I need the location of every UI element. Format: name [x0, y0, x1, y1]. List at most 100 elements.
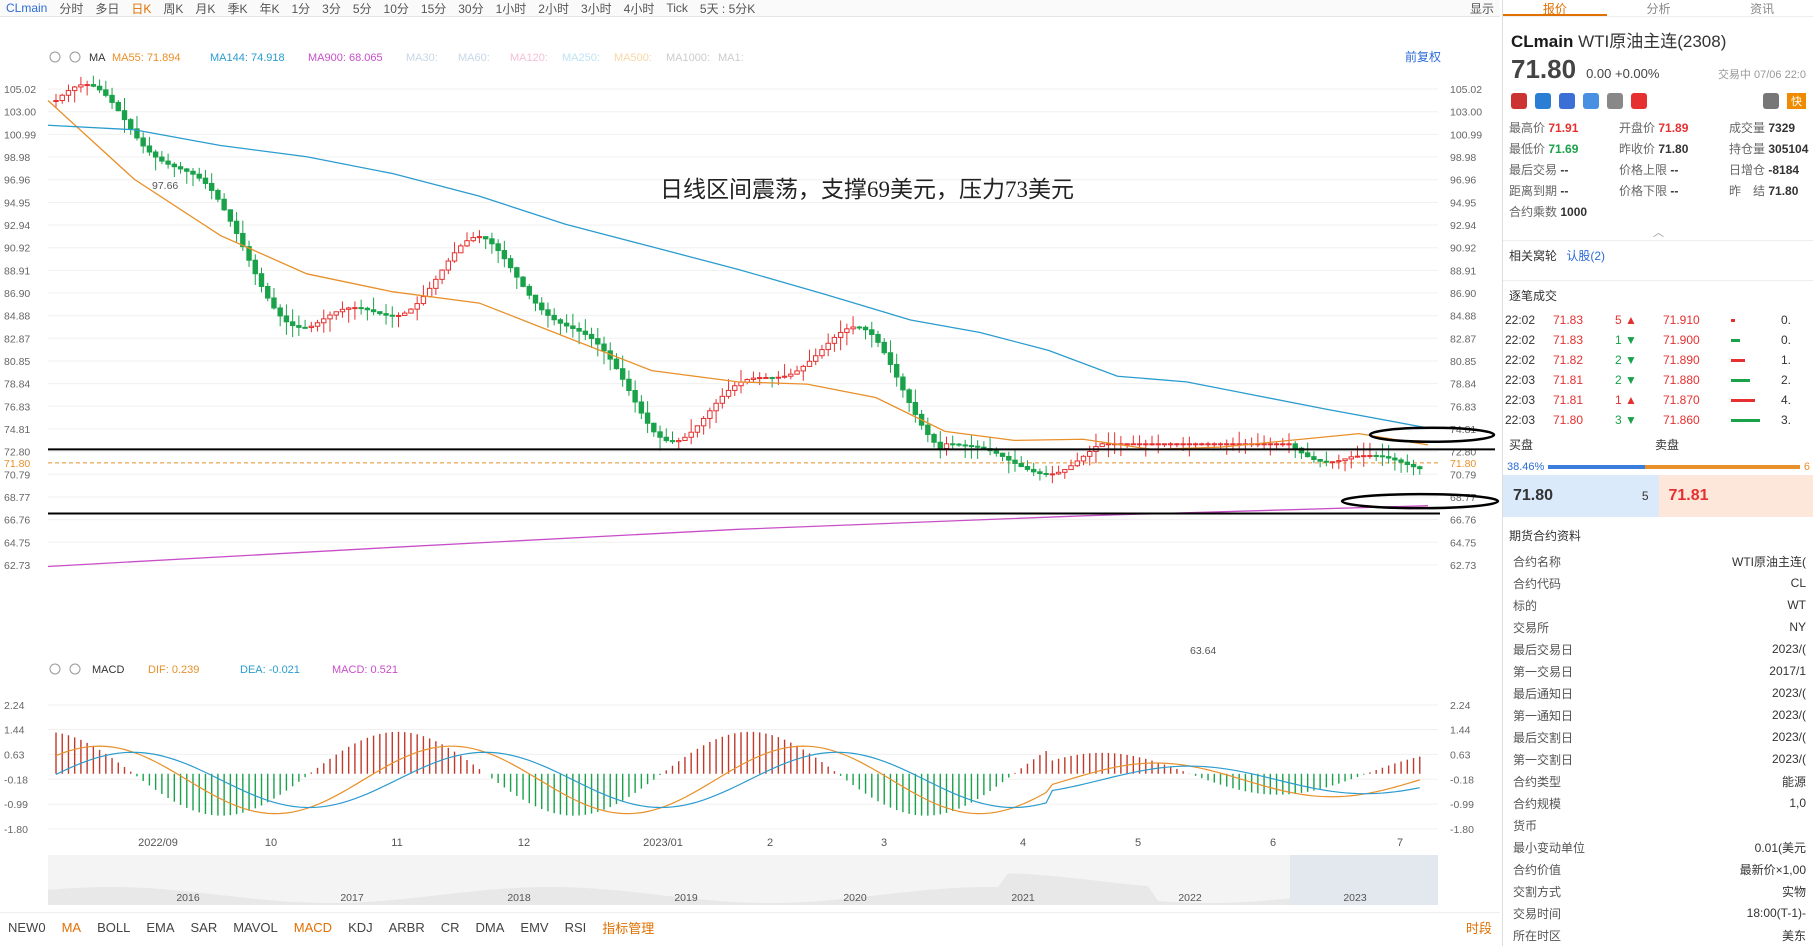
chart-icon[interactable]	[1535, 93, 1551, 109]
candle-body	[725, 389, 732, 397]
trading-status: 交易中 07/06 22:0	[1717, 69, 1806, 81]
display-menu[interactable]: 显示	[1464, 0, 1500, 17]
overview-bar[interactable]	[48, 855, 1438, 905]
info-row: 所在时区 美东	[1503, 924, 1813, 946]
macd-tick-left: -1.80	[4, 824, 28, 836]
indicator-tab[interactable]: SAR	[182, 920, 225, 935]
candle-body	[1055, 471, 1062, 475]
indicator-tab[interactable]: BOLL	[89, 920, 138, 935]
info-value: WTI原油主连(	[1732, 554, 1806, 569]
indicator-tab[interactable]: EMA	[138, 920, 182, 935]
trade-px: 71.880	[1663, 373, 1700, 387]
indicator-tab[interactable]: NEW0	[0, 920, 54, 935]
macd-label: MACD	[92, 664, 124, 676]
ask-cell[interactable]: 71.81	[1658, 475, 1813, 517]
period-tab-active[interactable]: 日K	[125, 0, 157, 17]
period-tab[interactable]: 10分	[378, 0, 415, 17]
indicator-tab-macd[interactable]: MACD	[286, 920, 340, 935]
close-icon[interactable]	[69, 51, 81, 63]
tag-icon[interactable]	[1583, 93, 1599, 109]
info-value: 能源	[1781, 774, 1806, 789]
period-tab[interactable]: 3小时	[575, 0, 618, 17]
period-tab[interactable]: 分时	[53, 0, 89, 17]
trade-icon[interactable]	[1559, 93, 1575, 109]
candle-body	[781, 375, 788, 378]
period-tab[interactable]: 月K	[189, 0, 221, 17]
indicator-tab[interactable]: KDJ	[340, 920, 381, 935]
heart-icon[interactable]	[1631, 93, 1647, 109]
macd-legend: MACD DIF: 0.239 DEA: -0.021 MACD: 0.521	[49, 663, 398, 676]
period-tab[interactable]: 3分	[316, 0, 347, 17]
gear-icon[interactable]	[49, 51, 61, 63]
price-tick-right: 76.83	[1450, 401, 1476, 413]
period-tab[interactable]: 周K	[157, 0, 189, 17]
indicator-tab[interactable]: MAVOL	[225, 920, 286, 935]
period-tab[interactable]: 30分	[452, 0, 489, 17]
tab-analysis[interactable]: 分析	[1607, 0, 1711, 16]
period-tab[interactable]: 5天 : 5分K	[694, 0, 761, 17]
period-tab[interactable]: 4小时	[618, 0, 661, 17]
info-row: 合约价值 最新价×1,00	[1503, 858, 1813, 880]
gear-icon[interactable]	[49, 663, 61, 675]
info-row: 合约代码 CL	[1503, 572, 1813, 594]
period-tab[interactable]: 年K	[253, 0, 285, 17]
stat-value: --	[1560, 184, 1569, 198]
candle-body	[632, 390, 638, 403]
candle-body	[1348, 456, 1354, 460]
indicator-tab[interactable]: ARBR	[381, 920, 433, 935]
indicator-tab[interactable]: CR	[433, 920, 468, 935]
price-tick-left: 64.75	[4, 537, 30, 549]
tab-quote[interactable]: 报价	[1503, 0, 1607, 16]
stat-item: 昨 结 71.80	[1729, 182, 1813, 199]
trade-t: 22:02	[1505, 353, 1536, 367]
info-label: 标的	[1513, 598, 1538, 613]
close-icon[interactable]	[69, 663, 81, 675]
note-icon[interactable]	[1607, 93, 1623, 109]
tab-news[interactable]: 资讯	[1710, 0, 1813, 16]
session-button[interactable]: 时段	[1458, 918, 1500, 937]
trade-t: 22:03	[1505, 413, 1536, 427]
period-tab[interactable]: 2小时	[532, 0, 575, 17]
stat-item: 价格上限 --	[1619, 161, 1729, 178]
ma-line-ma900	[47, 505, 1429, 568]
price-chart-svg[interactable]: MA MA55: 71.894 MA144: 74.918 MA900: 68.06…	[0, 17, 1500, 912]
bell-icon[interactable]	[1763, 93, 1779, 109]
related-link[interactable]: 认股(2)	[1566, 249, 1605, 263]
trade-px: 71.890	[1663, 353, 1700, 367]
trade-volume-bar	[1731, 318, 1735, 322]
candle-body	[458, 245, 464, 254]
indicator-tab[interactable]: DMA	[468, 920, 513, 935]
candle-body	[595, 338, 601, 345]
candle-body	[265, 285, 271, 299]
candle-body	[962, 444, 968, 447]
indicator-tab-ma[interactable]: MA	[54, 920, 90, 935]
indicator-tab[interactable]: EMV	[512, 920, 556, 935]
trade-row: 22:02 71.83 1 ▼ 71.900 0.	[1503, 330, 1813, 350]
period-tab[interactable]: 5分	[347, 0, 378, 17]
period-tab[interactable]: 1小时	[490, 0, 533, 17]
indicator-manage[interactable]: 指标管理	[594, 918, 662, 937]
period-tab[interactable]: Tick	[660, 1, 694, 15]
ma-legend: MA MA55: 71.894 MA144: 74.918 MA900: 68.06…	[49, 49, 1441, 64]
us-flag-icon[interactable]	[1511, 93, 1527, 109]
trade-p: 71.80	[1553, 413, 1584, 427]
info-value: 2023/(	[1771, 708, 1806, 722]
bid-cell[interactable]: 71.80 5	[1503, 475, 1659, 517]
trade-t: 22:02	[1505, 333, 1536, 347]
candle-body	[707, 410, 713, 419]
chart-area[interactable]: MA MA55: 71.894 MA144: 74.918 MA900: 68.06…	[0, 17, 1500, 917]
order-book: 71.80 5 71.81	[1503, 475, 1813, 517]
candle-body	[233, 220, 240, 234]
period-tab[interactable]: 15分	[415, 0, 452, 17]
period-tab[interactable]: 1分	[285, 0, 316, 17]
adjust-toggle[interactable]: 前复权	[1405, 49, 1441, 64]
collapse-icon[interactable]: ︿	[1503, 224, 1813, 240]
quick-trade-button[interactable]: 快	[1787, 93, 1806, 109]
trade-px: 71.870	[1663, 393, 1700, 407]
symbol-label[interactable]: CLmain	[0, 1, 53, 15]
info-value: 2017/1	[1769, 664, 1806, 678]
period-tab[interactable]: 多日	[89, 0, 125, 17]
candle-body	[165, 160, 171, 165]
period-tab[interactable]: 季K	[221, 0, 253, 17]
indicator-tab[interactable]: RSI	[557, 920, 595, 935]
